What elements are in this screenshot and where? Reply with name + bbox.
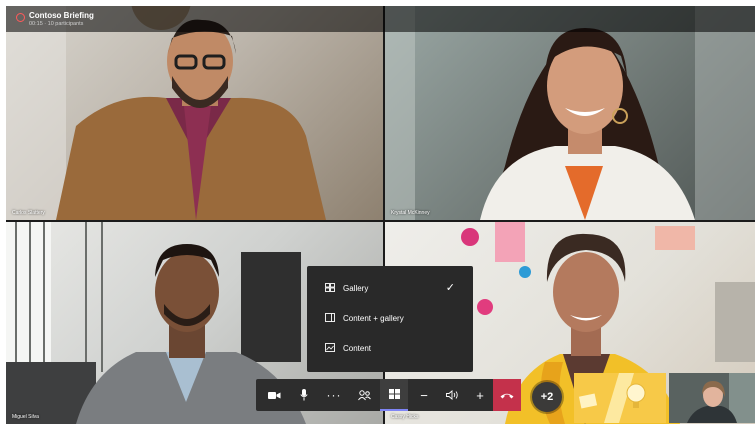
content-preview <box>574 373 666 423</box>
participant-video <box>6 6 326 220</box>
camera-icon <box>267 391 280 399</box>
self-video <box>669 373 755 423</box>
content-gallery-icon <box>325 313 335 322</box>
volume-button[interactable] <box>438 379 466 411</box>
content-icon <box>325 343 335 352</box>
more-options-button[interactable]: ··· <box>320 379 348 411</box>
menu-item-content-gallery[interactable]: Content + gallery <box>307 304 473 332</box>
menu-item-label: Content + gallery <box>343 314 404 323</box>
gallery-icon <box>325 283 335 292</box>
layout-icon <box>388 389 400 399</box>
participants-icon <box>357 389 371 400</box>
participant-name: Miguel Silva <box>12 414 39 420</box>
video-tile[interactable]: Carlos Slattery <box>6 6 383 220</box>
volume-icon <box>445 390 458 400</box>
participant-name: Krystal McKinney <box>391 210 430 216</box>
participant-name: Cassy Hicks <box>391 414 419 420</box>
more-icon: ··· <box>326 388 342 402</box>
menu-item-label: Content <box>343 344 372 353</box>
hang-up-icon <box>500 393 514 398</box>
zoom-out-button[interactable]: − <box>410 379 438 411</box>
meeting-duration: 00:15 · 10 participants <box>29 21 84 27</box>
self-video-thumbnail[interactable] <box>669 373 755 423</box>
layout-button[interactable] <box>380 379 408 411</box>
meeting-stage: Contoso Briefing 00:15 · 10 participants… <box>6 6 755 424</box>
meeting-header: Contoso Briefing 00:15 · 10 participants <box>6 6 755 32</box>
participants-button[interactable] <box>350 379 378 411</box>
participant-video <box>385 6 755 220</box>
layout-menu: Gallery ✓ Content + gallery Content <box>307 266 473 372</box>
camera-button[interactable] <box>260 379 288 411</box>
meeting-title: Contoso Briefing <box>29 11 94 20</box>
recording-icon <box>16 13 25 22</box>
microphone-icon <box>300 389 308 401</box>
menu-item-content[interactable]: Content <box>307 334 473 362</box>
more-participants-badge[interactable]: +2 <box>532 382 562 412</box>
zoom-in-icon: + <box>476 387 484 403</box>
menu-item-gallery[interactable]: Gallery ✓ <box>307 274 473 302</box>
participant-name: Carlos Slattery <box>12 210 45 216</box>
zoom-out-icon: − <box>420 387 428 403</box>
microphone-button[interactable] <box>290 379 318 411</box>
zoom-in-button[interactable]: + <box>466 379 494 411</box>
shared-content-thumbnail[interactable] <box>574 373 666 423</box>
video-tile[interactable]: Krystal McKinney <box>385 6 755 220</box>
hang-up-button[interactable] <box>493 379 521 411</box>
menu-item-label: Gallery <box>343 284 369 293</box>
checkmark-icon: ✓ <box>445 282 455 294</box>
call-controls: ··· − + <box>256 379 521 411</box>
